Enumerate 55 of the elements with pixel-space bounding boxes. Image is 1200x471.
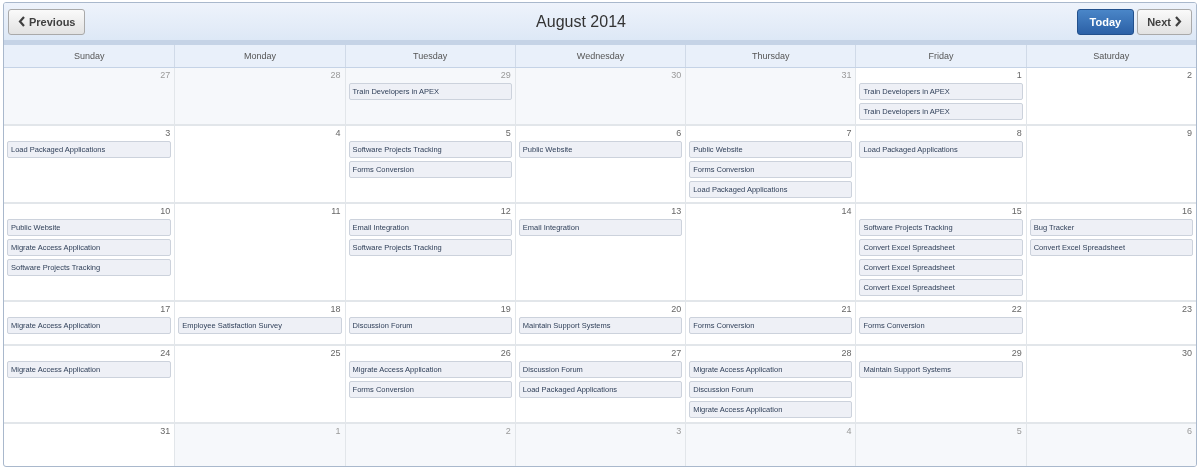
day-number: 2 — [505, 426, 512, 436]
day-number: 6 — [676, 128, 683, 138]
day-number: 29 — [500, 70, 512, 80]
day-number: 30 — [671, 70, 683, 80]
day-number: 7 — [846, 128, 853, 138]
day-number: 18 — [330, 304, 342, 314]
day-number: 1 — [1016, 70, 1023, 80]
weekday-header: Wednesday — [514, 45, 686, 67]
day-number: 31 — [841, 70, 853, 80]
previous-button[interactable]: Previous — [8, 8, 86, 35]
day-number: 26 — [500, 348, 512, 358]
day-number: 23 — [1182, 304, 1193, 314]
day-number: 25 — [330, 348, 342, 358]
day-number: 28 — [330, 70, 342, 80]
chevron-right-icon — [1175, 16, 1182, 27]
month-title: August 2014 — [536, 12, 626, 31]
day-number: 13 — [671, 206, 683, 216]
weekday-header: Saturday — [1025, 45, 1196, 67]
day-number: 11 — [331, 206, 342, 216]
day-number: 22 — [1011, 304, 1023, 314]
day-number: 24 — [160, 348, 172, 358]
day-number: 29 — [1011, 348, 1023, 358]
day-number: 14 — [841, 206, 853, 216]
day-number: 30 — [1182, 348, 1193, 358]
day-number: 5 — [1016, 426, 1023, 436]
weekday-header: Monday — [174, 45, 345, 67]
day-number: 27 — [671, 348, 683, 358]
day-number: 27 — [160, 70, 172, 80]
day-number: 12 — [500, 206, 512, 216]
day-number: 4 — [335, 128, 342, 138]
weekday-header: Sunday — [72, 50, 106, 63]
weekday-header: Tuesday — [344, 45, 515, 67]
next-button[interactable]: Next — [1137, 8, 1192, 35]
day-number: 5 — [505, 128, 512, 138]
day-number: 3 — [676, 426, 683, 436]
today-button[interactable]: Today — [1076, 8, 1135, 35]
day-number: 1 — [335, 426, 342, 436]
day-number: 21 — [841, 304, 853, 314]
day-number: 19 — [500, 304, 512, 314]
day-number: 9 — [1187, 128, 1193, 138]
day-number: 17 — [160, 304, 172, 314]
day-number: 2 — [1187, 70, 1193, 80]
day-number: 16 — [1182, 206, 1193, 216]
day-number: 6 — [1187, 426, 1193, 436]
day-number: 15 — [1011, 206, 1023, 216]
weekday-header: Thursday — [685, 45, 856, 67]
day-number: 31 — [160, 426, 172, 436]
day-number: 3 — [165, 128, 172, 138]
chevron-left-icon — [18, 16, 25, 27]
day-number: 8 — [1016, 128, 1023, 138]
day-number: 28 — [841, 348, 853, 358]
weekday-header: Friday — [855, 45, 1026, 67]
day-number: 4 — [846, 426, 853, 436]
day-number: 20 — [671, 304, 683, 314]
day-number: 10 — [160, 206, 172, 216]
